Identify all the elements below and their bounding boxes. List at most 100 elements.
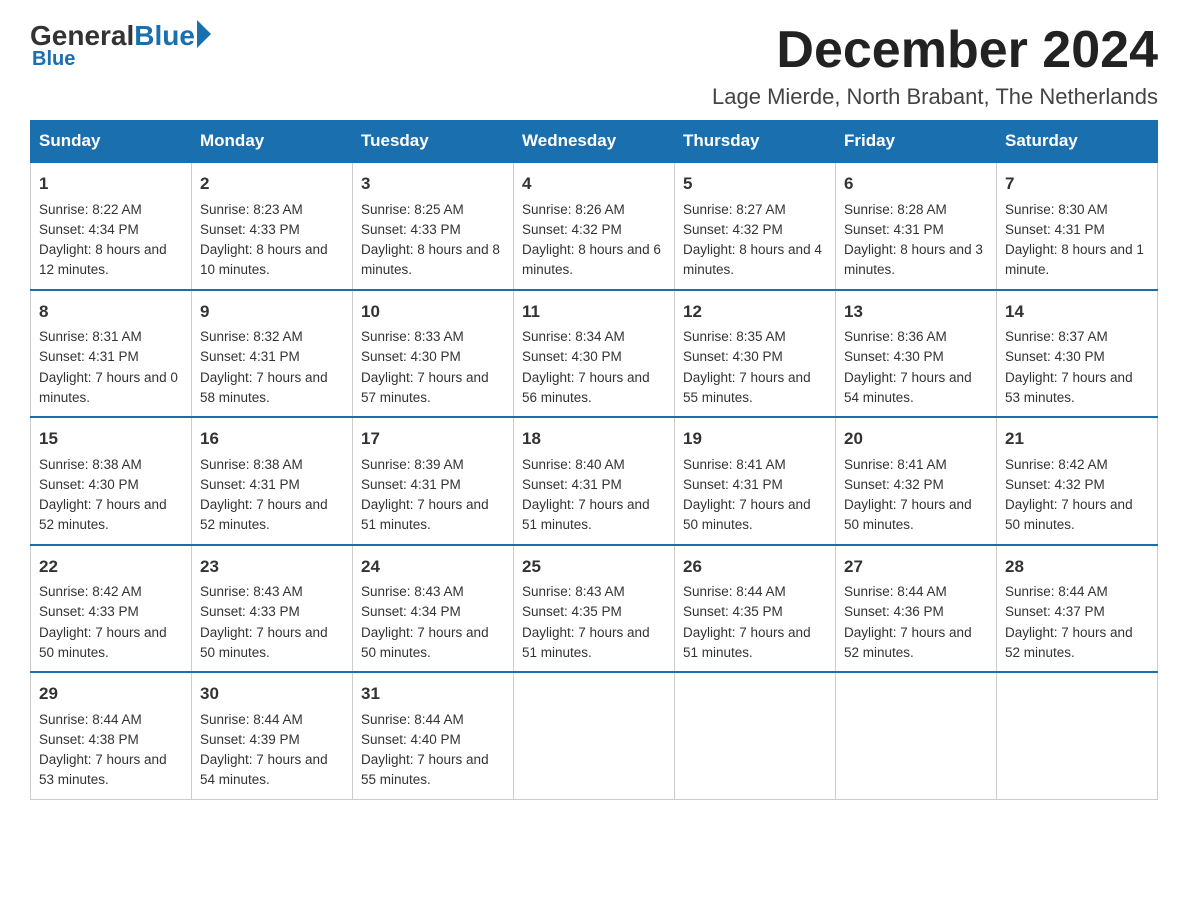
sunrise-label: Sunrise: 8:42 AM xyxy=(1005,457,1108,472)
calendar-cell: 19 Sunrise: 8:41 AM Sunset: 4:31 PM Dayl… xyxy=(675,417,836,545)
day-number: 29 xyxy=(39,681,183,707)
sunrise-label: Sunrise: 8:38 AM xyxy=(39,457,142,472)
sunrise-label: Sunrise: 8:28 AM xyxy=(844,202,947,217)
page-title: December 2024 xyxy=(712,20,1158,80)
daylight-label: Daylight: 7 hours and 52 minutes. xyxy=(39,497,167,532)
calendar-cell: 14 Sunrise: 8:37 AM Sunset: 4:30 PM Dayl… xyxy=(997,290,1158,418)
sunset-label: Sunset: 4:31 PM xyxy=(844,222,944,237)
daylight-label: Daylight: 7 hours and 54 minutes. xyxy=(844,370,972,405)
sunrise-label: Sunrise: 8:44 AM xyxy=(361,712,464,727)
daylight-label: Daylight: 7 hours and 51 minutes. xyxy=(522,625,650,660)
sunrise-label: Sunrise: 8:44 AM xyxy=(200,712,303,727)
logo-underline: Blue xyxy=(32,48,75,71)
day-number: 15 xyxy=(39,426,183,452)
day-number: 24 xyxy=(361,554,505,580)
daylight-label: Daylight: 7 hours and 0 minutes. xyxy=(39,370,178,405)
calendar-cell: 24 Sunrise: 8:43 AM Sunset: 4:34 PM Dayl… xyxy=(353,545,514,673)
sunset-label: Sunset: 4:31 PM xyxy=(683,477,783,492)
sunrise-label: Sunrise: 8:37 AM xyxy=(1005,329,1108,344)
day-number: 1 xyxy=(39,171,183,197)
title-section: December 2024 Lage Mierde, North Brabant… xyxy=(712,20,1158,110)
sunset-label: Sunset: 4:35 PM xyxy=(683,604,783,619)
sunset-label: Sunset: 4:31 PM xyxy=(522,477,622,492)
sunrise-label: Sunrise: 8:43 AM xyxy=(522,584,625,599)
daylight-label: Daylight: 7 hours and 52 minutes. xyxy=(844,625,972,660)
calendar-header: SundayMondayTuesdayWednesdayThursdayFrid… xyxy=(31,121,1158,163)
calendar-cell: 10 Sunrise: 8:33 AM Sunset: 4:30 PM Dayl… xyxy=(353,290,514,418)
sunrise-label: Sunrise: 8:23 AM xyxy=(200,202,303,217)
sunrise-label: Sunrise: 8:44 AM xyxy=(1005,584,1108,599)
daylight-label: Daylight: 7 hours and 54 minutes. xyxy=(200,752,328,787)
calendar-cell: 27 Sunrise: 8:44 AM Sunset: 4:36 PM Dayl… xyxy=(836,545,997,673)
sunrise-label: Sunrise: 8:36 AM xyxy=(844,329,947,344)
sunset-label: Sunset: 4:32 PM xyxy=(1005,477,1105,492)
daylight-label: Daylight: 8 hours and 12 minutes. xyxy=(39,242,167,277)
day-number: 9 xyxy=(200,299,344,325)
logo-triangle-icon xyxy=(197,20,211,48)
daylight-label: Daylight: 8 hours and 1 minute. xyxy=(1005,242,1144,277)
sunrise-label: Sunrise: 8:25 AM xyxy=(361,202,464,217)
calendar-cell: 18 Sunrise: 8:40 AM Sunset: 4:31 PM Dayl… xyxy=(514,417,675,545)
week-row-4: 22 Sunrise: 8:42 AM Sunset: 4:33 PM Dayl… xyxy=(31,545,1158,673)
daylight-label: Daylight: 7 hours and 52 minutes. xyxy=(1005,625,1133,660)
daylight-label: Daylight: 7 hours and 50 minutes. xyxy=(683,497,811,532)
week-row-2: 8 Sunrise: 8:31 AM Sunset: 4:31 PM Dayli… xyxy=(31,290,1158,418)
calendar-body: 1 Sunrise: 8:22 AM Sunset: 4:34 PM Dayli… xyxy=(31,162,1158,799)
calendar-cell xyxy=(836,672,997,799)
calendar-cell: 23 Sunrise: 8:43 AM Sunset: 4:33 PM Dayl… xyxy=(192,545,353,673)
calendar-cell: 9 Sunrise: 8:32 AM Sunset: 4:31 PM Dayli… xyxy=(192,290,353,418)
sunset-label: Sunset: 4:37 PM xyxy=(1005,604,1105,619)
calendar-cell: 30 Sunrise: 8:44 AM Sunset: 4:39 PM Dayl… xyxy=(192,672,353,799)
calendar-cell: 16 Sunrise: 8:38 AM Sunset: 4:31 PM Dayl… xyxy=(192,417,353,545)
day-number: 16 xyxy=(200,426,344,452)
day-number: 26 xyxy=(683,554,827,580)
sunset-label: Sunset: 4:38 PM xyxy=(39,732,139,747)
sunset-label: Sunset: 4:31 PM xyxy=(1005,222,1105,237)
day-number: 20 xyxy=(844,426,988,452)
header-thursday: Thursday xyxy=(675,121,836,163)
calendar-table: SundayMondayTuesdayWednesdayThursdayFrid… xyxy=(30,120,1158,800)
daylight-label: Daylight: 7 hours and 50 minutes. xyxy=(200,625,328,660)
sunset-label: Sunset: 4:32 PM xyxy=(522,222,622,237)
calendar-cell: 26 Sunrise: 8:44 AM Sunset: 4:35 PM Dayl… xyxy=(675,545,836,673)
sunrise-label: Sunrise: 8:22 AM xyxy=(39,202,142,217)
daylight-label: Daylight: 7 hours and 50 minutes. xyxy=(39,625,167,660)
sunrise-label: Sunrise: 8:35 AM xyxy=(683,329,786,344)
day-number: 7 xyxy=(1005,171,1149,197)
daylight-label: Daylight: 7 hours and 55 minutes. xyxy=(683,370,811,405)
sunset-label: Sunset: 4:30 PM xyxy=(844,349,944,364)
sunset-label: Sunset: 4:30 PM xyxy=(522,349,622,364)
page-subtitle: Lage Mierde, North Brabant, The Netherla… xyxy=(712,84,1158,110)
calendar-cell: 7 Sunrise: 8:30 AM Sunset: 4:31 PM Dayli… xyxy=(997,162,1158,290)
sunrise-label: Sunrise: 8:38 AM xyxy=(200,457,303,472)
sunset-label: Sunset: 4:30 PM xyxy=(361,349,461,364)
sunset-label: Sunset: 4:34 PM xyxy=(361,604,461,619)
daylight-label: Daylight: 8 hours and 6 minutes. xyxy=(522,242,661,277)
calendar-cell: 4 Sunrise: 8:26 AM Sunset: 4:32 PM Dayli… xyxy=(514,162,675,290)
sunrise-label: Sunrise: 8:40 AM xyxy=(522,457,625,472)
sunrise-label: Sunrise: 8:43 AM xyxy=(361,584,464,599)
sunrise-label: Sunrise: 8:42 AM xyxy=(39,584,142,599)
day-number: 30 xyxy=(200,681,344,707)
daylight-label: Daylight: 8 hours and 3 minutes. xyxy=(844,242,983,277)
calendar-cell: 5 Sunrise: 8:27 AM Sunset: 4:32 PM Dayli… xyxy=(675,162,836,290)
sunset-label: Sunset: 4:30 PM xyxy=(683,349,783,364)
sunrise-label: Sunrise: 8:34 AM xyxy=(522,329,625,344)
day-number: 5 xyxy=(683,171,827,197)
day-number: 3 xyxy=(361,171,505,197)
day-number: 22 xyxy=(39,554,183,580)
sunset-label: Sunset: 4:33 PM xyxy=(200,604,300,619)
day-number: 14 xyxy=(1005,299,1149,325)
day-number: 2 xyxy=(200,171,344,197)
day-number: 11 xyxy=(522,299,666,325)
daylight-label: Daylight: 7 hours and 50 minutes. xyxy=(361,625,489,660)
calendar-cell: 29 Sunrise: 8:44 AM Sunset: 4:38 PM Dayl… xyxy=(31,672,192,799)
calendar-cell: 3 Sunrise: 8:25 AM Sunset: 4:33 PM Dayli… xyxy=(353,162,514,290)
sunrise-label: Sunrise: 8:41 AM xyxy=(844,457,947,472)
sunrise-label: Sunrise: 8:32 AM xyxy=(200,329,303,344)
logo-blue-text: Blue xyxy=(134,20,195,52)
sunset-label: Sunset: 4:32 PM xyxy=(683,222,783,237)
header-friday: Friday xyxy=(836,121,997,163)
calendar-cell: 21 Sunrise: 8:42 AM Sunset: 4:32 PM Dayl… xyxy=(997,417,1158,545)
sunset-label: Sunset: 4:30 PM xyxy=(1005,349,1105,364)
